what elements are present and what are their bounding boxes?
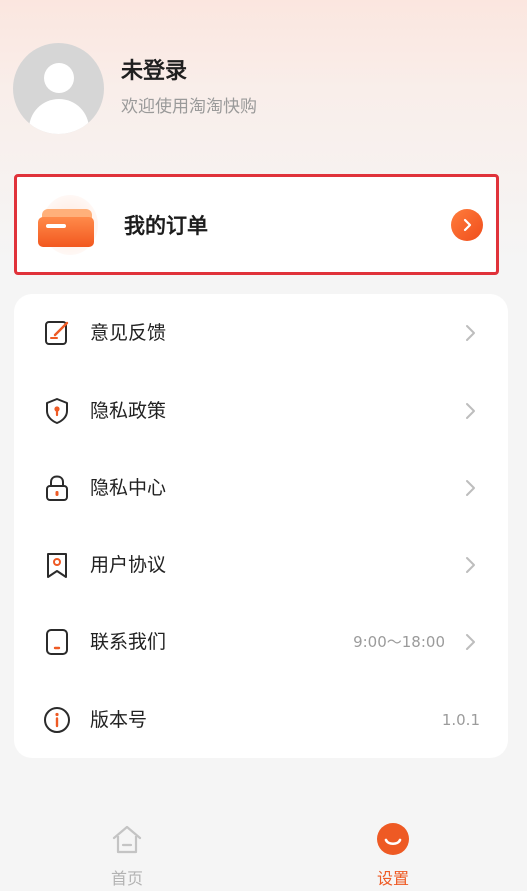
menu-item-label: 意见反馈 bbox=[90, 322, 167, 344]
chevron-right-icon bbox=[466, 403, 475, 419]
menu-item-label: 隐私政策 bbox=[90, 400, 167, 422]
service-hours: 9:00～18:00 bbox=[353, 633, 445, 651]
folder-icon-front bbox=[38, 216, 94, 247]
chevron-right-icon bbox=[463, 218, 472, 231]
tab-label: 设置 bbox=[376, 869, 409, 888]
menu-item-label: 隐私中心 bbox=[90, 477, 167, 499]
lock-icon bbox=[46, 475, 68, 501]
chevron-right-icon bbox=[466, 557, 475, 573]
chevron-right-icon bbox=[466, 325, 475, 341]
home-icon bbox=[112, 825, 142, 854]
avatar[interactable] bbox=[13, 42, 104, 134]
version-number: 1.0.1 bbox=[441, 711, 480, 729]
info-icon bbox=[44, 707, 70, 733]
menu-item-version[interactable]: 版本号 1.0.1 bbox=[14, 690, 508, 750]
menu-item-label: 用户协议 bbox=[90, 554, 167, 576]
feedback-icon bbox=[45, 321, 69, 345]
folder-icon-line bbox=[46, 223, 66, 228]
chevron-right-icon bbox=[466, 480, 475, 496]
login-status[interactable]: 未登录 bbox=[121, 58, 257, 86]
shield-icon bbox=[46, 398, 68, 424]
my-orders-card[interactable]: 我的订单 bbox=[14, 174, 499, 275]
menu-item-contact-us[interactable]: 联系我们 9:00～18:00 bbox=[14, 612, 508, 672]
chevron-right-icon bbox=[466, 634, 475, 650]
menu-item-label: 联系我们 bbox=[90, 631, 167, 653]
menu-item-privacy-policy[interactable]: 隐私政策 bbox=[14, 381, 508, 441]
menu-item-privacy-center[interactable]: 隐私中心 bbox=[14, 458, 508, 518]
my-orders-label: 我的订单 bbox=[124, 213, 208, 238]
tab-label: 首页 bbox=[110, 869, 143, 888]
bookmark-icon bbox=[47, 553, 67, 578]
settings-smile-icon bbox=[377, 823, 409, 855]
tab-settings[interactable]: 设置 bbox=[333, 815, 453, 891]
menu-item-feedback[interactable]: 意见反馈 bbox=[14, 303, 508, 363]
folder-icon bbox=[38, 194, 98, 255]
welcome-text: 欢迎使用淘淘快购 bbox=[121, 97, 257, 117]
phone-icon bbox=[46, 629, 68, 655]
profile-text: 未登录 欢迎使用淘淘快购 bbox=[121, 58, 257, 118]
tab-home[interactable]: 首页 bbox=[67, 815, 187, 891]
menu-item-label: 版本号 bbox=[90, 709, 148, 731]
profile-header[interactable]: 未登录 欢迎使用淘淘快购 bbox=[13, 42, 257, 134]
menu-item-user-agreement[interactable]: 用户协议 bbox=[14, 535, 508, 595]
settings-list: 意见反馈 隐私政策 隐私中心 用户协议 联系我们 9:00～18:00 版本号 … bbox=[14, 294, 508, 758]
bottom-tab-bar: 首页 设置 bbox=[0, 815, 527, 891]
avatar-body bbox=[29, 98, 89, 134]
avatar-head bbox=[44, 62, 74, 93]
chevron-right-circle-icon[interactable] bbox=[451, 208, 483, 241]
